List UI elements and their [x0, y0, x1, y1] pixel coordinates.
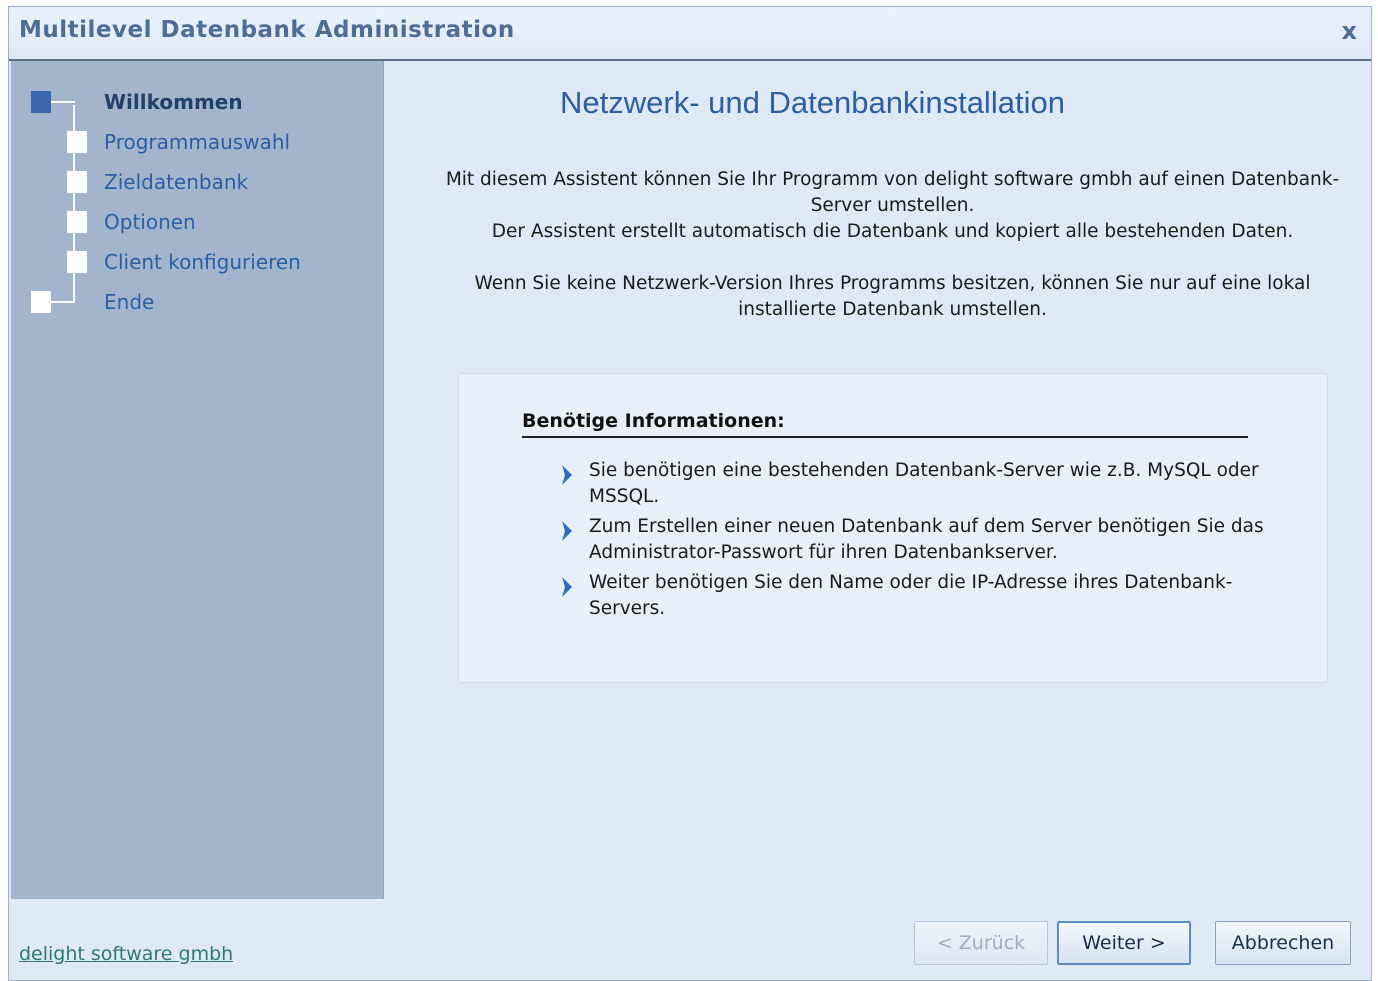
- step-optionen: Optionen: [11, 207, 383, 241]
- step-programmauswahl: Programmauswahl: [11, 127, 383, 161]
- back-button[interactable]: < Zurück: [914, 921, 1048, 965]
- step-label: Zieldatenbank: [104, 170, 249, 194]
- requirements-list: Sie benötigen eine bestehenden Datenbank…: [559, 458, 1279, 626]
- step-label: Willkommen: [104, 90, 243, 114]
- chevron-right-icon: [562, 521, 572, 541]
- intro-paragraph-3: Wenn Sie keine Netzwerk-Version Ihres Pr…: [474, 273, 1311, 320]
- intro-paragraph-2: Der Assistent erstellt automatisch die D…: [491, 221, 1294, 242]
- requirements-title: Benötige Informationen:: [522, 410, 1248, 438]
- list-item: Weiter benötigen Sie den Name oder die I…: [559, 570, 1279, 622]
- step-marker: [67, 251, 87, 273]
- step-marker-active: [31, 91, 51, 113]
- close-button[interactable]: x: [1342, 17, 1357, 45]
- step-marker: [67, 131, 87, 153]
- main-content: Netzwerk- und Datenbankinstallation Mit …: [384, 61, 1371, 899]
- wizard-steps-sidebar: Willkommen Programmauswahl Zieldatenbank…: [11, 61, 384, 899]
- intro-paragraph-1: Mit diesem Assistent können Sie Ihr Prog…: [445, 169, 1340, 216]
- step-marker: [67, 211, 87, 233]
- step-ende: Ende: [11, 287, 383, 321]
- window-title: Multilevel Datenbank Administration: [19, 17, 515, 43]
- step-label: Optionen: [104, 210, 196, 234]
- step-label: Ende: [104, 290, 155, 314]
- requirements-box: Benötige Informationen: Sie benötigen ei…: [458, 373, 1328, 683]
- chevron-right-icon: [562, 577, 572, 597]
- step-willkommen: Willkommen: [11, 87, 383, 121]
- title-bar: Multilevel Datenbank Administration x: [9, 7, 1371, 61]
- list-item: Sie benötigen eine bestehenden Datenbank…: [559, 458, 1279, 510]
- next-button[interactable]: Weiter >: [1057, 921, 1191, 965]
- list-item: Zum Erstellen einer neuen Datenbank auf …: [559, 514, 1279, 566]
- step-zieldatenbank: Zieldatenbank: [11, 167, 383, 201]
- step-label: Programmauswahl: [104, 130, 291, 154]
- step-marker: [31, 291, 51, 313]
- wizard-window: Multilevel Datenbank Administration x Wi…: [8, 6, 1372, 981]
- cancel-button[interactable]: Abbrechen: [1215, 921, 1351, 965]
- step-client-konfigurieren: Client konfigurieren: [11, 247, 383, 281]
- intro-text: Mit diesem Assistent können Sie Ihr Prog…: [444, 167, 1341, 349]
- chevron-right-icon: [562, 465, 572, 485]
- step-marker: [67, 171, 87, 193]
- step-label: Client konfigurieren: [104, 250, 301, 274]
- company-link[interactable]: delight software gmbh: [19, 943, 233, 965]
- page-title: Netzwerk- und Datenbankinstallation: [560, 85, 1065, 120]
